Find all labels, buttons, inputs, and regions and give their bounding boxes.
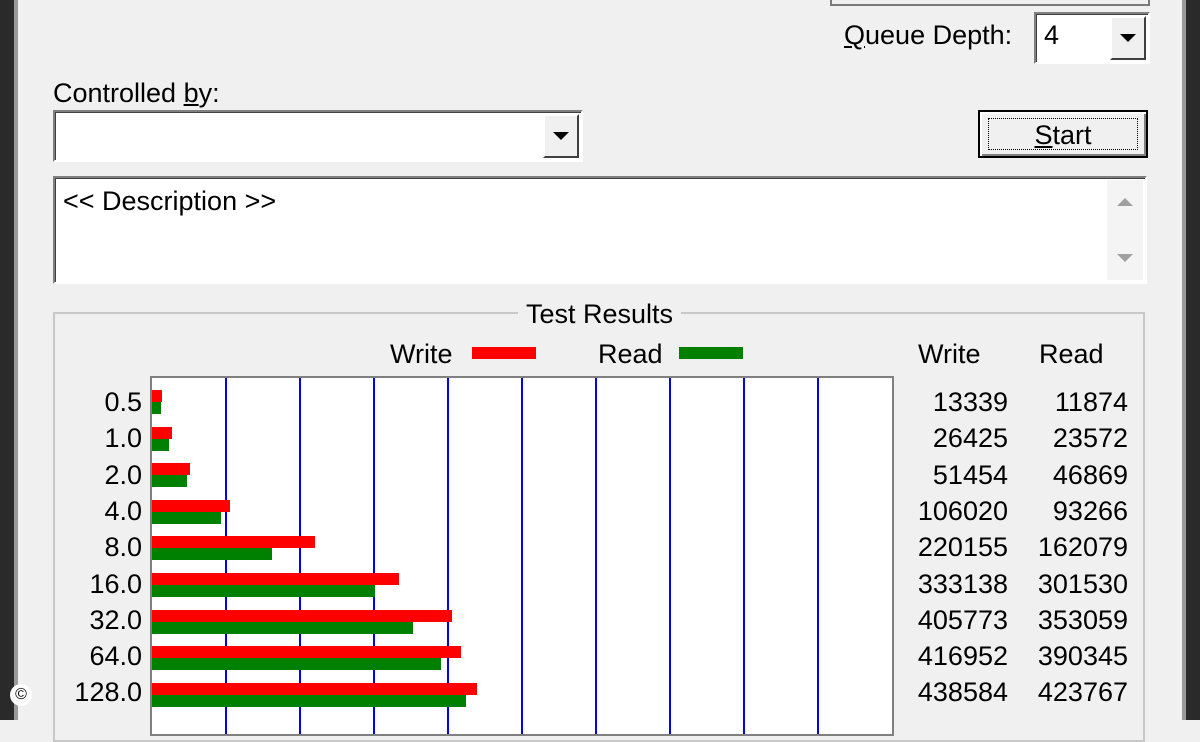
- read-value: 423767: [1037, 677, 1128, 707]
- test-results-title: Test Results: [518, 299, 682, 329]
- bar-write-1.0: [152, 427, 172, 439]
- bar-read-2.0: [152, 475, 187, 487]
- column-header-write: Write: [918, 339, 981, 369]
- bar-write-128.0: [152, 683, 477, 695]
- write-value: 220155: [917, 532, 1008, 562]
- gridline: [669, 378, 671, 734]
- gridline: [521, 378, 523, 734]
- chevron-down-icon[interactable]: [543, 114, 579, 158]
- queue-depth-label: Queue Depth:: [844, 20, 1013, 50]
- gridline: [743, 378, 745, 734]
- bar-write-16.0: [152, 573, 399, 585]
- write-value: 438584: [917, 677, 1008, 707]
- bar-read-4.0: [152, 512, 221, 524]
- legend-write-swatch: [472, 347, 536, 359]
- write-value: 26425: [932, 423, 1008, 453]
- scroll-down-arrow-icon[interactable]: [1117, 254, 1133, 262]
- gridline: [373, 378, 375, 734]
- y-axis-tick-label: 64.0: [89, 641, 142, 671]
- bar-write-2.0: [152, 463, 190, 475]
- queue-depth-value: 4: [1044, 20, 1060, 50]
- legend-write-label: Write: [390, 339, 453, 369]
- y-axis-tick-label: 2.0: [104, 460, 142, 490]
- bar-read-32.0: [152, 622, 413, 634]
- bar-read-8.0: [152, 548, 272, 560]
- column-header-read: Read: [1039, 339, 1104, 369]
- read-value: 390345: [1037, 641, 1128, 671]
- bar-read-16.0: [152, 585, 375, 597]
- gridline: [299, 378, 301, 734]
- chevron-down-icon[interactable]: [1110, 16, 1146, 60]
- write-value: 106020: [917, 496, 1008, 526]
- write-value: 416952: [917, 641, 1008, 671]
- read-value: 46869: [1052, 460, 1128, 490]
- y-axis-tick-label: 1.0: [104, 423, 142, 453]
- bar-read-64.0: [152, 658, 441, 670]
- controlled-by-label: Controlled by:: [53, 78, 220, 108]
- read-value: 353059: [1037, 605, 1128, 635]
- bar-write-8.0: [152, 536, 315, 548]
- copyright-badge: ©: [10, 684, 32, 706]
- start-button-label: Start: [1034, 120, 1092, 150]
- bar-read-1.0: [152, 439, 169, 451]
- bar-write-4.0: [152, 500, 230, 512]
- bar-read-0.5: [152, 402, 161, 414]
- bar-read-128.0: [152, 695, 466, 707]
- read-value: 162079: [1037, 532, 1128, 562]
- description-textarea[interactable]: << Description >>: [53, 176, 1147, 284]
- legend-read-swatch: [679, 347, 743, 359]
- read-value: 23572: [1052, 423, 1128, 453]
- write-value: 333138: [917, 569, 1008, 599]
- write-value: 13339: [932, 387, 1008, 417]
- chart-plot-area: [150, 376, 894, 736]
- description-scrollbar[interactable]: [1107, 180, 1143, 280]
- read-value: 301530: [1037, 569, 1128, 599]
- gridline: [595, 378, 597, 734]
- bar-write-64.0: [152, 646, 461, 658]
- queue-depth-select[interactable]: 4: [1034, 12, 1150, 64]
- controlled-by-select[interactable]: [53, 110, 583, 162]
- y-axis-tick-label: 128.0: [74, 677, 142, 707]
- bar-write-32.0: [152, 610, 452, 622]
- description-text: << Description >>: [63, 186, 277, 216]
- y-axis-tick-label: 16.0: [89, 569, 142, 599]
- start-button[interactable]: Start: [978, 110, 1148, 158]
- y-axis-tick-label: 8.0: [104, 532, 142, 562]
- write-value: 405773: [917, 605, 1008, 635]
- y-axis-tick-label: 4.0: [104, 496, 142, 526]
- y-axis-tick-label: 32.0: [89, 605, 142, 635]
- legend-read-label: Read: [598, 339, 663, 369]
- window-frame-left: [0, 0, 18, 720]
- gridline: [447, 378, 449, 734]
- window-frame-right: [1182, 0, 1200, 720]
- write-value: 51454: [932, 460, 1008, 490]
- read-value: 11874: [1054, 387, 1128, 417]
- scroll-up-arrow-icon[interactable]: [1117, 198, 1133, 206]
- y-axis-tick-label: 0.5: [104, 387, 142, 417]
- bar-write-0.5: [152, 390, 162, 402]
- top-combo-partial[interactable]: [830, 0, 1150, 6]
- gridline: [817, 378, 819, 734]
- read-value: 93266: [1052, 496, 1128, 526]
